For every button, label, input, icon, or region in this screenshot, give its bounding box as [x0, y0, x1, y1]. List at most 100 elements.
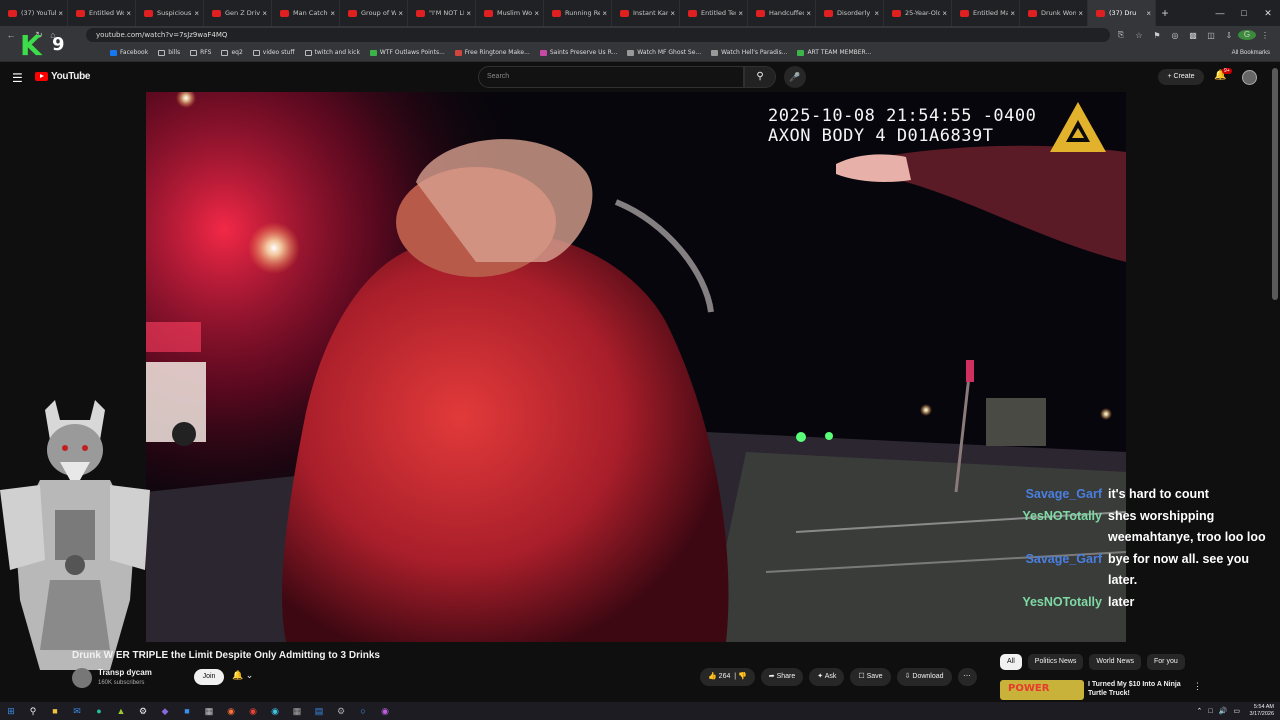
close-tab-icon[interactable]: ×: [466, 9, 471, 18]
bookmark-item[interactable]: Watch Hell's Paradis...: [711, 49, 787, 56]
minimize-icon[interactable]: —: [1208, 0, 1232, 26]
browser-tab[interactable]: Drunk Wom ×: [1020, 0, 1088, 26]
battery-icon[interactable]: ▭: [1233, 707, 1240, 715]
close-tab-icon[interactable]: ×: [534, 9, 539, 18]
filter-chip[interactable]: Politics News: [1027, 654, 1084, 670]
page-scrollbar[interactable]: [1272, 68, 1278, 300]
recommended-video-thumbnail[interactable]: POWER: [1000, 680, 1084, 700]
extension-icon[interactable]: ◎: [1166, 31, 1184, 40]
close-tab-icon[interactable]: ×: [58, 9, 63, 18]
app-icon[interactable]: ◆: [154, 702, 176, 720]
mail-icon[interactable]: ✉: [66, 702, 88, 720]
browser-tab[interactable]: Entitled Wo ×: [68, 0, 136, 26]
app-icon[interactable]: ▤: [308, 702, 330, 720]
speaker-icon[interactable]: 🔊: [1219, 707, 1228, 715]
install-icon[interactable]: ⎘: [1112, 30, 1130, 40]
youtube-logo[interactable]: YouTube: [35, 71, 91, 82]
channel-name[interactable]: Transp dycam: [98, 668, 152, 677]
browser-tab[interactable]: (37) Dru ×: [1088, 0, 1156, 26]
extensions-puzzle-icon[interactable]: ▩: [1184, 31, 1202, 40]
browser-tab[interactable]: Group of W ×: [340, 0, 408, 26]
recommended-video-menu-icon[interactable]: ⋮: [1193, 681, 1202, 692]
close-window-icon[interactable]: ✕: [1256, 0, 1280, 26]
bookmark-item[interactable]: twitch and kick: [304, 49, 360, 56]
browser-tab[interactable]: Entitled Ma ×: [952, 0, 1020, 26]
close-tab-icon[interactable]: ×: [602, 9, 607, 18]
account-avatar[interactable]: [1242, 70, 1257, 85]
subscription-bell-icon[interactable]: 🔔 ⌄: [232, 670, 253, 681]
browser-tab[interactable]: Suspicious F×: [136, 0, 204, 26]
sidepanel-icon[interactable]: ◫: [1202, 31, 1220, 40]
app-icon[interactable]: ▦: [286, 702, 308, 720]
windows-start-icon[interactable]: ⊞: [0, 702, 22, 720]
close-tab-icon[interactable]: ×: [330, 9, 335, 18]
back-icon[interactable]: ←: [4, 30, 18, 40]
firefox-icon[interactable]: ◉: [220, 702, 242, 720]
app-icon[interactable]: ■: [176, 702, 198, 720]
settings-icon[interactable]: ⚙: [330, 702, 352, 720]
app-icon[interactable]: ◉: [264, 702, 286, 720]
close-tab-icon[interactable]: ×: [126, 9, 131, 18]
browser-tab[interactable]: Man Catche ×: [272, 0, 340, 26]
close-tab-icon[interactable]: ×: [1010, 9, 1015, 18]
browser-tab[interactable]: Gen Z Drive ×: [204, 0, 272, 26]
browser-tab[interactable]: Muslim Wo ×: [476, 0, 544, 26]
filter-chip[interactable]: For you: [1147, 654, 1185, 670]
browser-tab[interactable]: Entitled Ter ×: [680, 0, 748, 26]
bookmark-item[interactable]: bills: [158, 49, 180, 56]
filter-chip[interactable]: All: [1000, 654, 1022, 670]
browser-tab[interactable]: Instant Karr ×: [612, 0, 680, 26]
voice-search-mic-icon[interactable]: 🎤: [784, 66, 806, 88]
extension-icon[interactable]: ⚑: [1148, 31, 1166, 40]
close-tab-icon[interactable]: ×: [1078, 9, 1083, 18]
browser-tab[interactable]: Running Re ×: [544, 0, 612, 26]
bookmark-item[interactable]: eq2: [221, 49, 243, 56]
download-button[interactable]: ⇩ Download: [896, 668, 952, 686]
channel-avatar[interactable]: [72, 668, 92, 688]
join-button[interactable]: Join: [194, 669, 224, 685]
search-button[interactable]: ⚲: [744, 66, 776, 88]
thumbs-down-icon[interactable]: 👎: [738, 673, 747, 680]
close-tab-icon[interactable]: ×: [1146, 9, 1151, 18]
video-player[interactable]: 2025-10-08 21:54:55 -0400 AXON BODY 4 D0…: [146, 92, 1126, 642]
maximize-icon[interactable]: □: [1232, 0, 1256, 26]
browser-tab[interactable]: (37) YouTube×: [0, 0, 68, 26]
browser-tab[interactable]: 25-Year-Old ×: [884, 0, 952, 26]
search-input[interactable]: Search: [478, 66, 744, 88]
bookmark-item[interactable]: Free Ringtone Make...: [454, 49, 530, 56]
close-tab-icon[interactable]: ×: [874, 9, 879, 18]
bookmark-star-icon[interactable]: ☆: [1130, 31, 1148, 40]
downloads-icon[interactable]: ⇩: [1220, 31, 1238, 40]
bookmark-item[interactable]: RFS: [190, 49, 211, 56]
bookmark-item[interactable]: video stuff: [252, 49, 295, 56]
browser-tab[interactable]: "I'M NOT LI ×: [408, 0, 476, 26]
close-tab-icon[interactable]: ×: [806, 9, 811, 18]
close-tab-icon[interactable]: ×: [398, 9, 403, 18]
recommended-video-title[interactable]: I Turned My $10 Into A Ninja Turtle Truc…: [1088, 680, 1188, 698]
bookmark-item[interactable]: Watch MF Ghost Se...: [627, 49, 701, 56]
filter-chip[interactable]: World News: [1089, 654, 1142, 670]
network-icon[interactable]: □: [1208, 708, 1212, 715]
browser-tab[interactable]: Disorderly I ×: [816, 0, 884, 26]
search-icon[interactable]: ⚲: [22, 702, 44, 720]
close-tab-icon[interactable]: ×: [262, 9, 267, 18]
more-actions-button[interactable]: ⋯: [957, 668, 977, 686]
browser-tab[interactable]: Handcuffed ×: [748, 0, 816, 26]
obs-icon[interactable]: ◉: [374, 702, 396, 720]
save-button[interactable]: ☐ Save: [850, 668, 891, 686]
close-tab-icon[interactable]: ×: [738, 9, 743, 18]
ask-button[interactable]: ✦ Ask: [809, 668, 845, 686]
new-tab-icon[interactable]: +: [1156, 6, 1174, 20]
app-icon[interactable]: ●: [88, 702, 110, 720]
system-clock[interactable]: 5:54 AM 3/17/2026: [1250, 704, 1274, 718]
url-bar[interactable]: youtube.com/watch?v=7sJz9waF4MQ: [86, 28, 1110, 42]
profile-avatar[interactable]: G: [1238, 30, 1256, 40]
app-icon[interactable]: ▦: [198, 702, 220, 720]
app-icon[interactable]: ▲: [110, 702, 132, 720]
bookmark-item[interactable]: ART TEAM MEMBER...: [797, 49, 871, 56]
like-button[interactable]: 👍 264 | 👎: [700, 668, 755, 686]
tray-chevron-icon[interactable]: ⌃: [1197, 707, 1203, 715]
bookmark-item[interactable]: Facebook: [110, 49, 148, 56]
bookmark-item[interactable]: Saints Preserve Us R...: [539, 49, 617, 56]
steam-icon[interactable]: ⚙: [132, 702, 154, 720]
